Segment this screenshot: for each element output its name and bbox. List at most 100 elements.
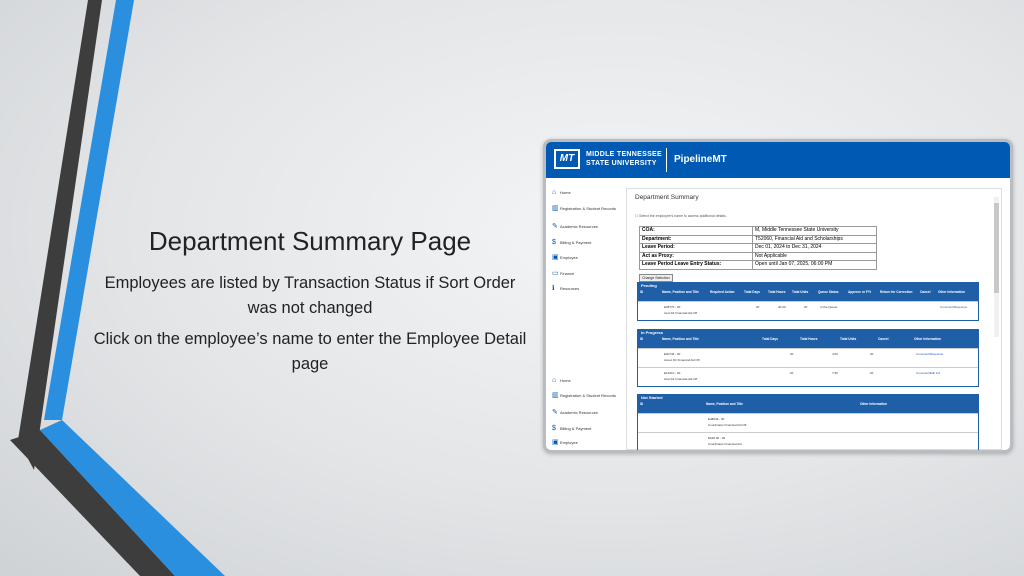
- employee-name-link[interactable]: E00746 - 00: [664, 352, 680, 356]
- department-info-table: COA: M, Middle Tennessee State University…: [639, 226, 877, 270]
- header-bar: MT MIDDLE TENNESSEE STATE UNIVERSITY Pip…: [546, 142, 1010, 178]
- nav-item-label: Resources: [560, 286, 580, 291]
- dollar-icon: $: [552, 239, 556, 247]
- info-value: T52060, Financial Aid and Scholarships: [752, 234, 877, 244]
- nav-item[interactable]: ▣Employee: [552, 254, 622, 262]
- pencil-icon: ✎: [552, 409, 558, 417]
- column-header[interactable]: Total Units: [840, 337, 876, 341]
- column-header[interactable]: Other Information: [914, 337, 976, 341]
- scrollbar[interactable]: [994, 197, 999, 337]
- other-information-link[interactable]: Comment/Response: [916, 352, 943, 356]
- column-header[interactable]: ID: [640, 290, 660, 294]
- sidebar-nav: ⌂ Home ▥Registration & Student Records ✎ Aca…: [546, 178, 622, 450]
- info-row: Act as Proxy: Not Applicable: [639, 251, 877, 261]
- employee-name-link[interactable]: E48049 - 00: [708, 417, 724, 421]
- table-row[interactable]: E38776 - 00 Asst Dir Financial Aid Off 20 4…: [638, 301, 978, 320]
- info-icon: ℹ: [552, 285, 555, 293]
- total-hours: 4.00: [832, 352, 838, 356]
- instruction-text: ☐ Select the employee's name to access a…: [635, 214, 727, 218]
- nav-item[interactable]: ▣Employee: [552, 439, 622, 446]
- column-header[interactable]: Other Information: [938, 290, 976, 294]
- info-key: COA:: [639, 226, 753, 236]
- nav-item[interactable]: ⌂ Home: [552, 189, 622, 196]
- table-row[interactable]: E648 00 - 00 Coordinator Financial Aid: [638, 432, 978, 450]
- nav-item[interactable]: $ Billing & Payment: [552, 239, 622, 247]
- nav-item-label: Home: [560, 190, 571, 195]
- column-header[interactable]: Other Information: [860, 402, 976, 406]
- info-value: Open until Jan 07, 2025, 06:00 PM: [752, 260, 877, 270]
- nav-item-label: Billing & Payment: [560, 240, 592, 245]
- university-line2: STATE UNIVERSITY: [586, 160, 657, 167]
- column-header[interactable]: Cancel: [878, 337, 912, 341]
- nav-item[interactable]: ▭Finance: [552, 270, 622, 278]
- column-header[interactable]: Approve or FYI: [848, 290, 878, 294]
- column-header[interactable]: Return for Correction: [880, 290, 918, 294]
- dollar-icon: $: [552, 425, 556, 433]
- column-header[interactable]: Total Days: [744, 290, 766, 294]
- change-selection-button[interactable]: Change Selection: [639, 274, 673, 282]
- nav-item[interactable]: ✎ Academic Resources: [552, 409, 622, 417]
- nav-item[interactable]: ▥Registration & Student Records: [552, 205, 622, 212]
- total-hours: 7.50: [832, 371, 838, 375]
- column-header[interactable]: Cancel: [920, 290, 936, 294]
- slide-text-click-name: Click on the employee’s name to enter th…: [93, 330, 527, 373]
- employee-name-link[interactable]: E38776 - 00: [664, 305, 680, 309]
- nav-item-label: Home: [560, 378, 571, 383]
- mtsu-logo: MT: [554, 149, 580, 169]
- other-information-link[interactable]: Comment/Edit Ind: [916, 371, 940, 375]
- total-days: 20: [756, 305, 760, 309]
- table-row[interactable]: E48049 - 00 Coordinator Financial Aid Off: [638, 413, 978, 432]
- column-header[interactable]: Total Days: [762, 337, 798, 341]
- employee-title: Coordinator Financial Aid Off: [708, 423, 747, 427]
- page-title: Department Summary: [635, 194, 699, 201]
- column-header[interactable]: ID: [640, 402, 704, 406]
- section-column-headers: ID Name, Position and Title Total Days Tota…: [638, 336, 978, 348]
- employee-title: Coordinator Financial Aid: [708, 442, 742, 446]
- other-information-link[interactable]: Comment/Response: [940, 305, 967, 309]
- screenshot-frame: MT MIDDLE TENNESSEE STATE UNIVERSITY Pip…: [543, 139, 1013, 453]
- column-header[interactable]: Name, Position and Title: [706, 402, 858, 406]
- nav-item-label: Registration & Student Records: [560, 393, 617, 398]
- total-units: 20: [804, 305, 808, 309]
- nav-item[interactable]: ⌂ Home: [552, 377, 622, 385]
- table-row[interactable]: E00746 - 00 Assoc Dir Financial Aid Off 20…: [638, 348, 978, 367]
- total-days: 20: [790, 352, 794, 356]
- employee-name-link[interactable]: E14010 - 00: [664, 371, 680, 375]
- pending-section: Pending ID Name, Position and Title Require…: [637, 282, 979, 321]
- column-header[interactable]: Queue Status: [818, 290, 846, 294]
- home-icon: ⌂: [552, 377, 557, 385]
- not-started-section: Not Started ID Name, Position and Title Oth…: [637, 394, 979, 450]
- table-row[interactable]: E14010 - 00 Asst Dir Financial Aid Off 20 7…: [638, 367, 978, 386]
- column-header[interactable]: ID: [640, 337, 660, 341]
- nav-item[interactable]: ✎ Academic Resources: [552, 223, 622, 231]
- info-key: Leave Period Leave Entry Status:: [639, 260, 753, 270]
- info-key: Act as Proxy:: [639, 251, 753, 261]
- building-icon: ▥: [552, 392, 559, 400]
- nav-item-label: Employee: [560, 440, 578, 445]
- column-header[interactable]: Total Hours: [800, 337, 838, 341]
- university-name: MIDDLE TENNESSEE STATE UNIVERSITY: [586, 150, 662, 168]
- instruction-label: Select the employee's name to access add…: [639, 214, 727, 218]
- nav-item-label: Employee: [560, 255, 578, 260]
- employee-title: Asst Dir Financial Aid Off: [664, 311, 698, 315]
- info-value: Dec 01, 2024 to Dec 31, 2024: [752, 243, 877, 253]
- money-icon: ▭: [552, 270, 559, 278]
- column-header[interactable]: Name, Position and Title: [662, 290, 708, 294]
- nav-item[interactable]: ▥Registration & Student Records: [552, 392, 622, 400]
- total-units: 20: [870, 352, 874, 356]
- nav-item[interactable]: $ Billing & Payment: [552, 425, 622, 433]
- total-hours: 40.00: [778, 305, 786, 309]
- badge-icon: ▣: [552, 254, 559, 262]
- app-name: PipelineMT: [674, 154, 727, 165]
- column-header[interactable]: Required Action: [710, 290, 742, 294]
- column-header[interactable]: Name, Position and Title: [662, 337, 760, 341]
- pencil-icon: ✎: [552, 223, 558, 231]
- employee-name-link[interactable]: E648 00 - 00: [708, 436, 725, 440]
- scrollbar-thumb[interactable]: [994, 203, 999, 293]
- info-key: Leave Period:: [639, 243, 753, 253]
- nav-item[interactable]: ℹ Resources: [552, 285, 622, 293]
- column-header[interactable]: Total Units: [792, 290, 816, 294]
- column-header[interactable]: Total Hours: [768, 290, 790, 294]
- info-value: Not Applicable: [752, 251, 877, 261]
- employee-title: Assoc Dir Financial Aid Off: [664, 358, 700, 362]
